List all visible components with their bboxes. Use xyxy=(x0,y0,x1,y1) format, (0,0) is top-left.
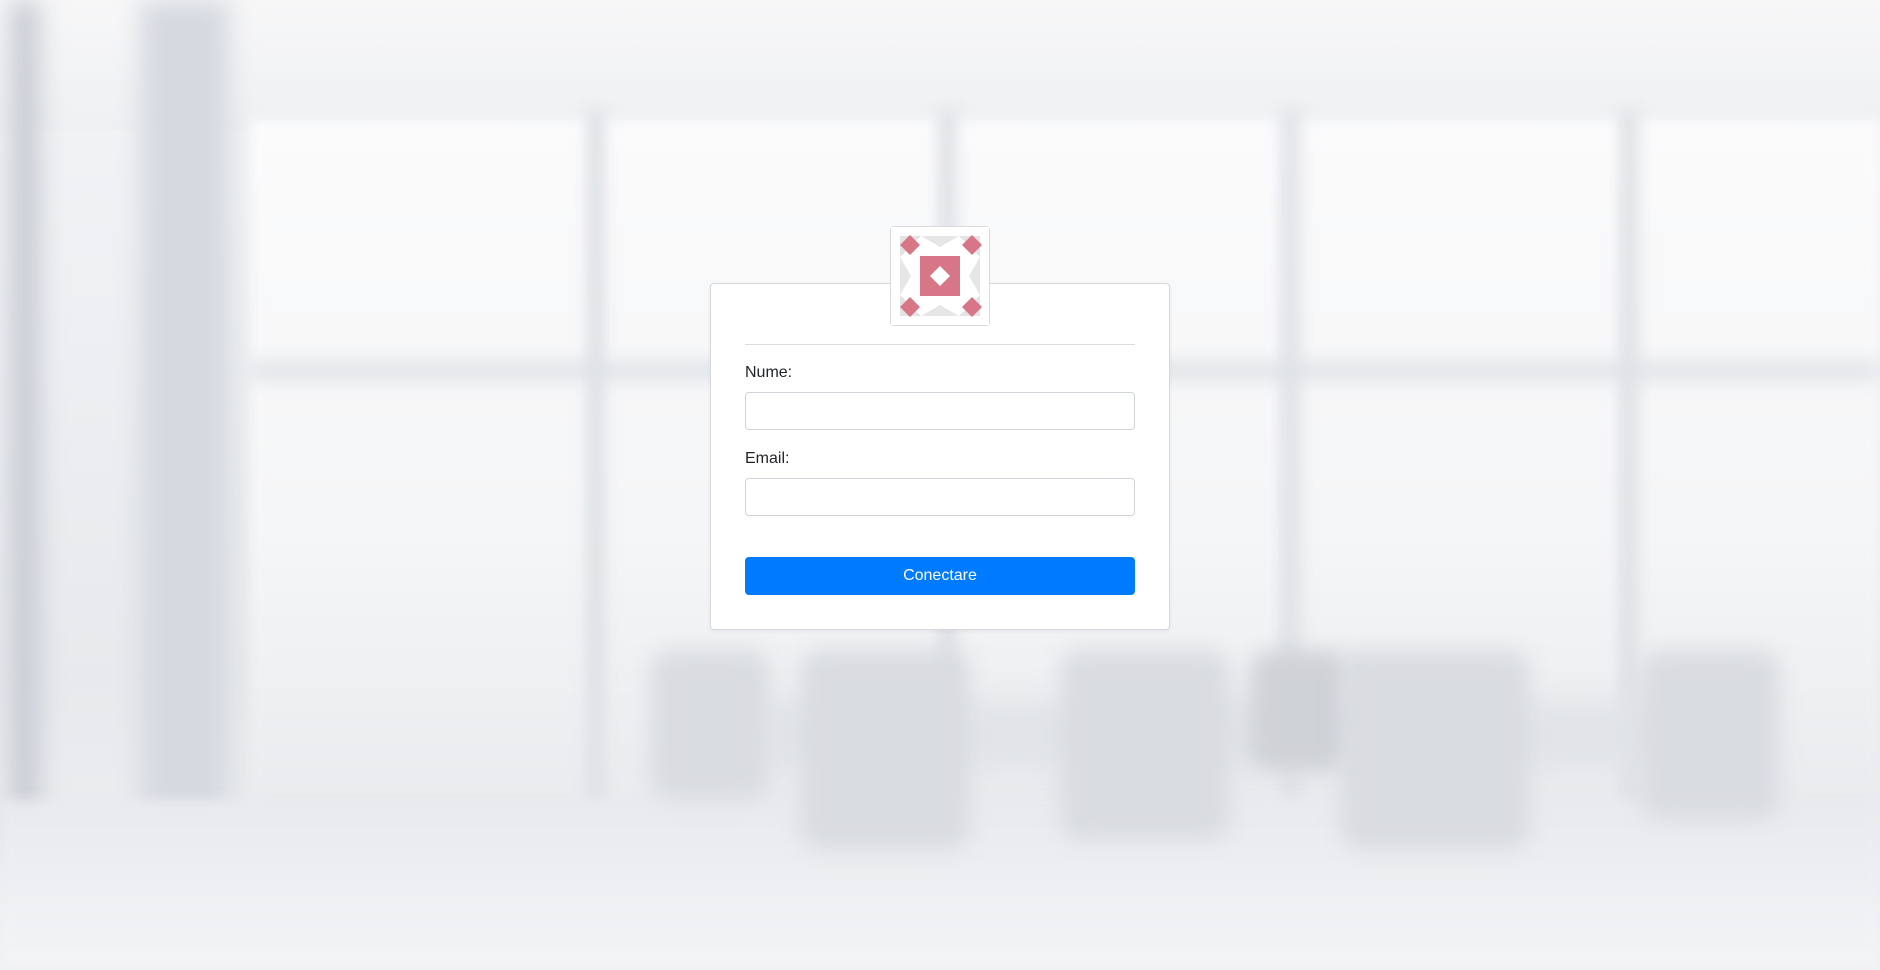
divider xyxy=(745,344,1135,345)
connect-button[interactable]: Conectare xyxy=(745,557,1135,595)
name-input[interactable] xyxy=(745,392,1135,430)
background-window xyxy=(250,120,590,810)
name-label: Nume: xyxy=(745,364,793,381)
email-input[interactable] xyxy=(745,478,1135,516)
background-chair xyxy=(1060,650,1230,840)
identicon-logo-icon xyxy=(891,227,989,325)
background-chair xyxy=(1340,650,1530,850)
background-chair xyxy=(800,650,970,850)
background-pillar xyxy=(10,0,40,860)
background-chair xyxy=(1250,650,1350,770)
logo-container xyxy=(890,226,990,326)
background-chair xyxy=(1640,650,1780,820)
background-mullion xyxy=(588,110,604,810)
background-chair xyxy=(650,650,770,800)
login-card: Nume: Email: Conectare xyxy=(710,283,1170,630)
background-pillar xyxy=(140,0,230,860)
email-label: Email: xyxy=(745,450,790,467)
